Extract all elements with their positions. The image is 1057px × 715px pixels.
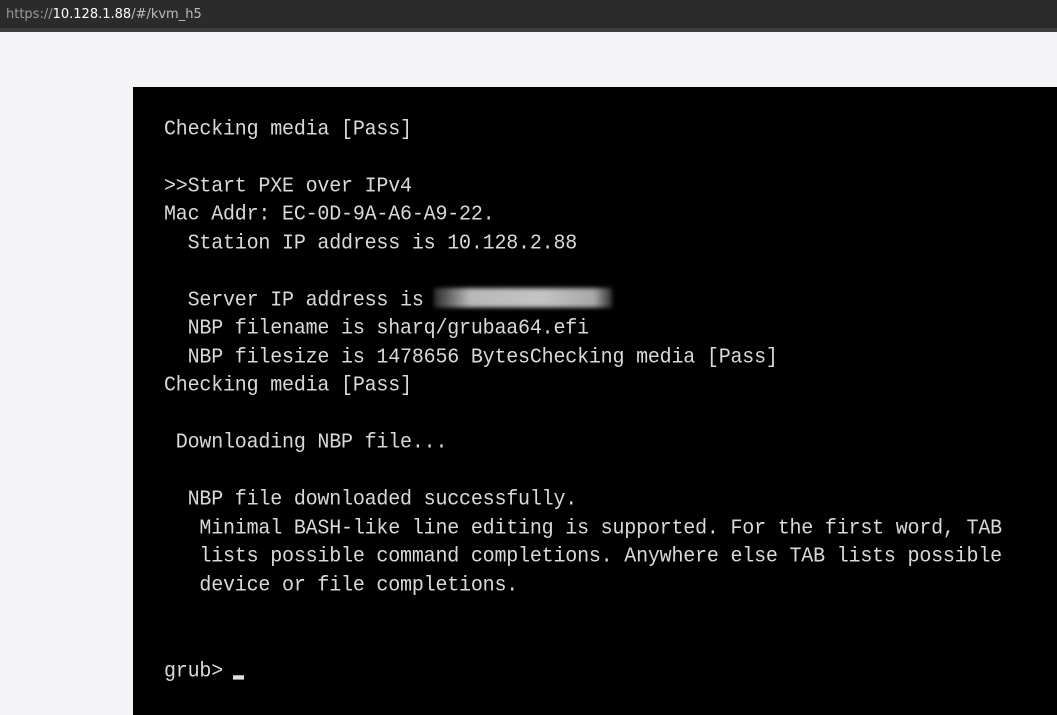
- console-line: Minimal BASH-like line editing is suppor…: [164, 516, 1002, 541]
- grub-prompt-label: grub>: [164, 659, 224, 684]
- console-line: NBP filesize is 1478656 BytesChecking me…: [164, 345, 778, 370]
- text-cursor: [233, 675, 245, 680]
- console-line: lists possible command completions. Anyw…: [164, 544, 1002, 569]
- url-path: /#/kvm_h5: [131, 7, 202, 22]
- url-host: 10.128.1.88: [52, 7, 132, 22]
- console-line: NBP file downloaded successfully.: [164, 487, 578, 512]
- redacted-server-ip: [433, 287, 612, 308]
- console-line: Station IP address is 10.128.2.88: [164, 231, 578, 256]
- url-scheme: https://: [6, 7, 53, 22]
- address-bar[interactable]: https://10.128.1.88/#/kvm_h5: [0, 0, 1057, 32]
- console-line: Downloading NBP file...: [164, 430, 448, 455]
- grub-prompt[interactable]: grub>: [164, 658, 245, 686]
- console-line: NBP filename is sharq/grubaa64.efi: [164, 316, 589, 341]
- console-line-text: Server IP address is: [164, 288, 424, 313]
- console-line: device or file completions.: [164, 573, 519, 598]
- console-line: Checking media [Pass]: [164, 117, 412, 142]
- console-line: Checking media [Pass]: [164, 373, 412, 398]
- console-line: Mac Addr: EC-0D-9A-A6-A9-22.: [164, 202, 495, 227]
- console-line-server-ip: Server IP address is: [164, 287, 612, 315]
- kvm-console-screen[interactable]: Checking media [Pass] >>Start PXE over I…: [133, 87, 1057, 715]
- console-line: >>Start PXE over IPv4: [164, 174, 412, 199]
